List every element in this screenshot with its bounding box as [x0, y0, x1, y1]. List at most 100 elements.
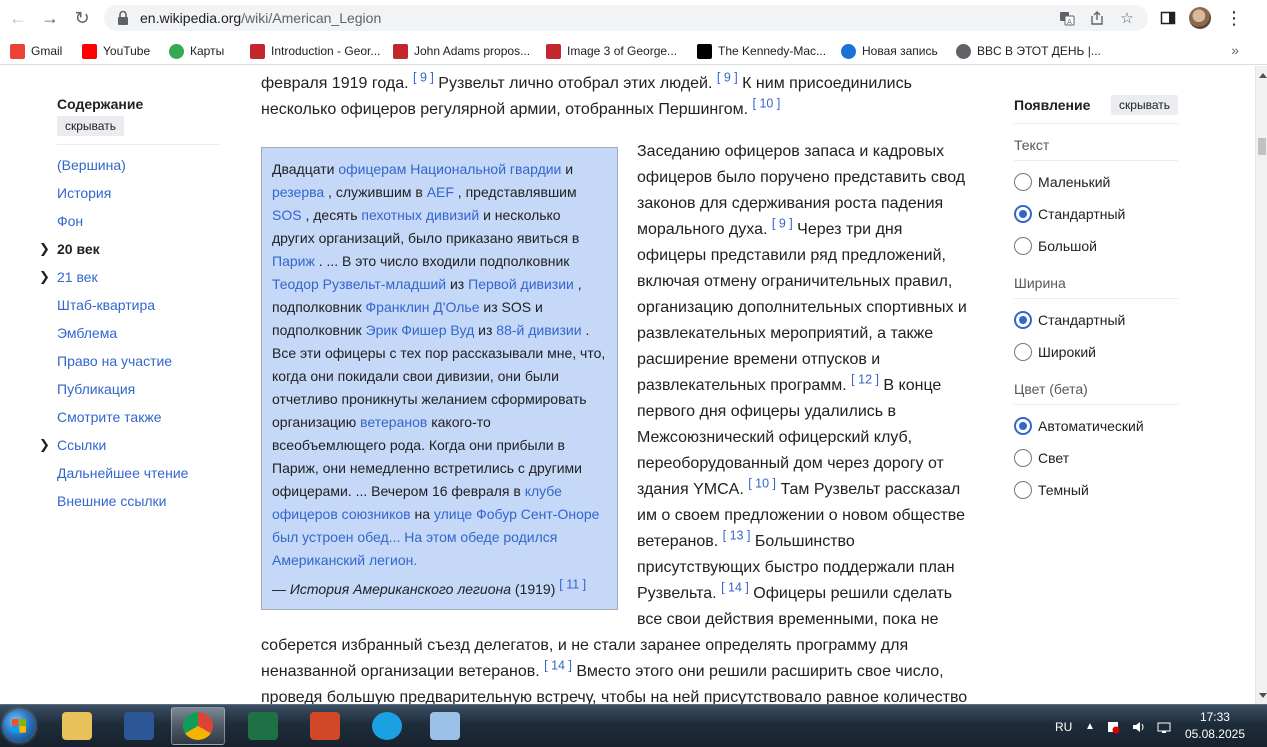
system-clock[interactable]: 17:33 05.08.2025 [1185, 709, 1245, 743]
toc-item[interactable]: ❯ 20 век [39, 235, 222, 263]
radio-button[interactable] [1014, 449, 1032, 467]
bookmark-item[interactable]: YouTube [82, 42, 150, 60]
radio-option[interactable]: Большой [1014, 230, 1178, 262]
toc-item[interactable]: Внешние ссылки [57, 487, 222, 515]
bookmark-item[interactable]: Карты [169, 42, 224, 60]
radio-button[interactable] [1014, 173, 1032, 191]
section-divider [1014, 160, 1178, 161]
citation-link[interactable]: [ 11 ] [559, 577, 586, 591]
radio-option[interactable]: Стандартный [1014, 198, 1178, 230]
radio-button[interactable] [1014, 343, 1032, 361]
toc-item[interactable]: История [57, 179, 222, 207]
bookmark-item[interactable]: Gmail [10, 42, 62, 60]
article-link[interactable]: Первой дивизии [468, 276, 574, 292]
appearance-hide-button[interactable]: скрывать [1111, 95, 1178, 115]
bookmark-item[interactable]: The Kennedy-Mac... [697, 42, 826, 60]
radio-option[interactable]: Маленький [1014, 166, 1178, 198]
article-text: и [561, 161, 574, 177]
profile-avatar[interactable] [1189, 7, 1211, 29]
toc-item[interactable]: Штаб-квартира [57, 291, 222, 319]
bookmarks-overflow-icon[interactable]: » [1231, 42, 1239, 58]
scroll-down-icon[interactable] [1259, 693, 1267, 698]
toc-item[interactable]: (Вершина) [57, 151, 222, 179]
article-link[interactable]: Франклин Д'Олье [366, 299, 480, 315]
citation-link[interactable]: [ 13 ] [723, 529, 751, 543]
article-link[interactable]: ветеранов [360, 414, 427, 430]
bookmark-item[interactable]: BBC В ЭТОТ ДЕНЬ |... [956, 42, 1101, 60]
article-link[interactable]: резерва [272, 184, 324, 200]
toc-item[interactable]: Право на участие [57, 347, 222, 375]
radio-option[interactable]: Широкий [1014, 336, 1178, 368]
side-panel-icon[interactable] [1156, 6, 1180, 30]
radio-button[interactable] [1014, 237, 1032, 255]
chevron-right-icon[interactable]: ❯ [39, 235, 50, 263]
appearance-divider [1014, 123, 1178, 124]
lock-icon[interactable] [116, 10, 130, 26]
taskbar-app-button[interactable] [171, 707, 225, 745]
language-indicator[interactable]: RU [1055, 705, 1072, 747]
back-icon[interactable]: ← [6, 6, 30, 30]
article-link[interactable]: офицерам Национальной гвардии [338, 161, 561, 177]
toc-item[interactable]: ❯ 21 век [39, 263, 222, 291]
taskbar-app-button[interactable] [298, 707, 352, 745]
bookmark-label: Новая запись [862, 44, 938, 58]
radio-button[interactable] [1014, 417, 1032, 435]
chevron-right-icon[interactable]: ❯ [39, 263, 50, 291]
radio-button[interactable] [1014, 205, 1032, 223]
article-link[interactable]: Париж [272, 253, 315, 269]
reload-icon[interactable]: ↻ [70, 6, 94, 30]
taskbar-app-button[interactable] [236, 707, 290, 745]
toc-item[interactable]: ❯ Ссылки [39, 431, 222, 459]
taskbar-app-button[interactable] [50, 707, 104, 745]
scrollbar-thumb[interactable] [1258, 138, 1266, 155]
radio-option[interactable]: Темный [1014, 474, 1178, 506]
bookmark-item[interactable]: Новая запись [841, 42, 938, 60]
radio-option[interactable]: Стандартный [1014, 304, 1178, 336]
toc-item[interactable]: Публикация [57, 375, 222, 403]
bookmark-item[interactable]: John Adams propos... [393, 42, 530, 60]
article-link[interactable]: AEF [427, 184, 454, 200]
article-link[interactable]: SOS [272, 207, 302, 223]
scroll-up-icon[interactable] [1259, 73, 1267, 78]
citation-link[interactable]: [ 10 ] [753, 97, 781, 111]
forward-icon[interactable]: → [38, 6, 62, 30]
taskbar-app-button[interactable] [360, 707, 414, 745]
article-link[interactable]: Теодор Рузвельт-младший [272, 276, 446, 292]
network-icon[interactable] [1156, 705, 1172, 747]
address-bar[interactable]: en.wikipedia.org/wiki/American_Legion A … [104, 5, 1148, 31]
toc-item[interactable]: Фон [57, 207, 222, 235]
citation-link[interactable]: [ 14 ] [721, 581, 749, 595]
show-hidden-icons-icon[interactable]: ▲ [1085, 705, 1095, 747]
bookmark-item[interactable]: Image 3 of George... [546, 42, 677, 60]
bookmark-star-icon[interactable]: ☆ [1118, 9, 1136, 27]
taskbar-app-button[interactable] [112, 707, 166, 745]
article-link[interactable]: 88-й дивизии [496, 322, 581, 338]
toc-item[interactable]: Эмблема [57, 319, 222, 347]
action-center-icon[interactable] [1106, 705, 1120, 747]
page-scrollbar[interactable] [1255, 66, 1267, 704]
url-text[interactable]: en.wikipedia.org/wiki/American_Legion [140, 10, 381, 26]
radio-button[interactable] [1014, 481, 1032, 499]
menu-kebab-icon[interactable]: ⋮ [1222, 6, 1246, 30]
article-link[interactable]: Эрик Фишер Вуд [366, 322, 475, 338]
citation-link[interactable]: [ 9 ] [772, 217, 793, 231]
translate-icon[interactable]: A [1058, 9, 1076, 27]
citation-link[interactable]: [ 9 ] [413, 71, 434, 85]
share-icon[interactable] [1088, 9, 1106, 27]
citation-link[interactable]: [ 9 ] [717, 71, 738, 85]
radio-option[interactable]: Свет [1014, 442, 1178, 474]
start-button[interactable] [0, 706, 38, 746]
toc-item[interactable]: Дальнейшее чтение [57, 459, 222, 487]
volume-icon[interactable] [1131, 705, 1147, 747]
taskbar-app-button[interactable] [418, 707, 472, 745]
citation-link[interactable]: [ 10 ] [748, 477, 776, 491]
article-link[interactable]: пехотных дивизий [361, 207, 479, 223]
radio-option[interactable]: Автоматический [1014, 410, 1178, 442]
radio-button[interactable] [1014, 311, 1032, 329]
chevron-right-icon[interactable]: ❯ [39, 431, 50, 459]
toc-hide-button[interactable]: скрывать [57, 116, 124, 136]
bookmark-item[interactable]: Introduction - Geor... [250, 42, 380, 60]
citation-link[interactable]: [ 14 ] [544, 659, 572, 673]
toc-item[interactable]: Смотрите также [57, 403, 222, 431]
citation-link[interactable]: [ 12 ] [851, 373, 879, 387]
